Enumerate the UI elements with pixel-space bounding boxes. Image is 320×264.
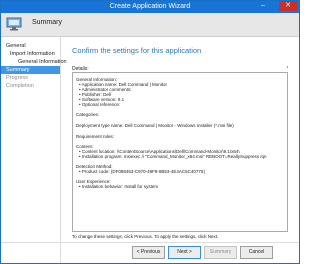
wizard-window: Create Application Wizard – ✕ Summary Ge… [0,0,300,264]
sidebar: General Import Information General Infor… [1,37,67,263]
wizard-header: Summary [1,13,299,37]
details-line: • Installation behavior: Install for sys… [79,184,159,189]
sidebar-item-general[interactable]: General [6,43,26,49]
sidebar-item-import-information[interactable]: Import Information [10,51,55,57]
previous-button[interactable]: < Previous [132,246,165,259]
details-line: • Product code: {DF098453-C970-49F8-9B53… [79,169,205,174]
computer-icon [6,17,22,31]
page-heading: Confirm the settings for this applicatio… [72,46,202,55]
title-bar: Create Application Wizard – ✕ [1,1,299,13]
sidebar-item-completion: Completion [6,83,34,89]
details-line: • Installation program: msiexec /i "Comm… [79,154,267,159]
main-panel: Confirm the settings for this applicatio… [61,37,299,263]
window-title: Create Application Wizard [109,3,191,10]
resize-grip [287,66,288,68]
instructions-text: To change these settings, click Previous… [72,234,219,239]
details-line: • Optional reference: [79,102,121,107]
details-line: Requirement rules: [76,134,115,139]
sidebar-item-general-information[interactable]: General Information [18,59,67,65]
details-line: Deployment type name: Dell Command | Mon… [76,123,234,128]
close-button[interactable]: ✕ [279,1,297,11]
details-textbox[interactable]: General Information: • Application name:… [72,72,288,232]
summary-button: Summary [204,246,237,259]
sidebar-item-progress: Progress [6,75,29,81]
cancel-button[interactable]: Cancel [240,246,273,259]
minimize-button[interactable]: – [256,1,270,11]
sidebar-item-summary[interactable]: Summary [1,66,60,74]
footer-divider [1,242,299,243]
details-line: Categories: [76,112,100,117]
page-title: Summary [32,19,62,26]
next-button[interactable]: Next > [168,246,201,259]
